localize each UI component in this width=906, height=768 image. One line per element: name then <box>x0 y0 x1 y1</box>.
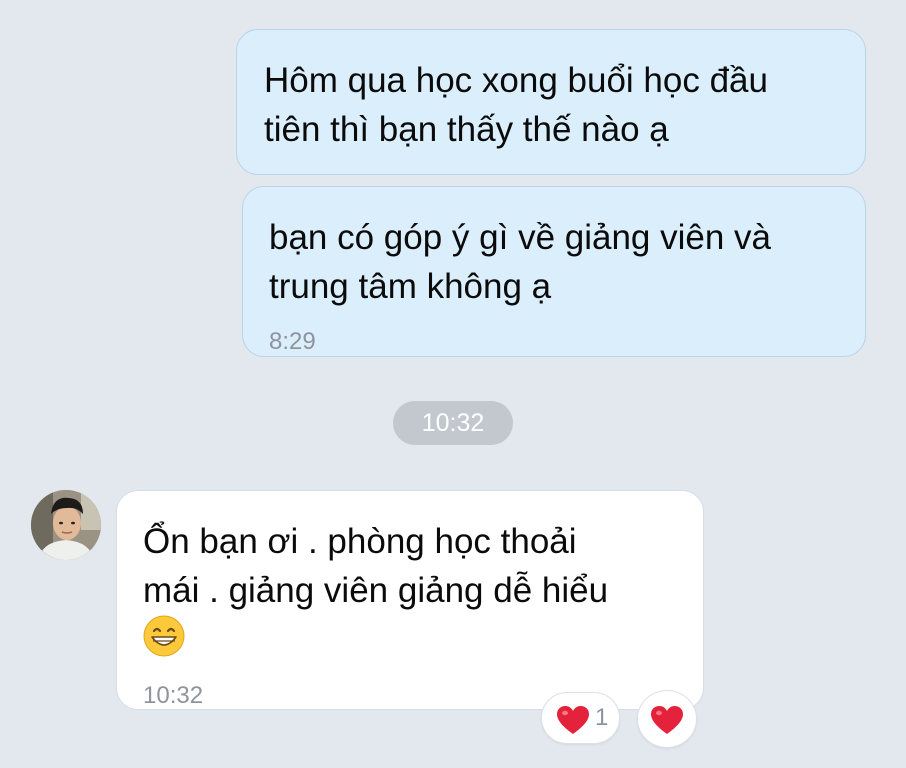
grinning-face-icon <box>143 615 185 657</box>
outgoing-message-bubble[interactable]: bạn có góp ý gì về giảng viên và trung t… <box>242 186 866 357</box>
message-text-line: bạn có góp ý gì về giảng viên và <box>269 218 772 257</box>
message-text-line: Hôm qua học xong buổi học đầu <box>264 61 768 100</box>
message-timestamp: 10:32 <box>143 682 204 709</box>
message-text-line: trung tâm không ạ <box>269 267 552 306</box>
message-text-line: tiên thì bạn thấy thế nào ạ <box>264 110 669 149</box>
message-timestamp: 8:29 <box>269 328 316 355</box>
message-text-line: mái . giảng viên giảng dễ hiểu <box>143 571 609 610</box>
reaction-count: 1 <box>595 704 609 731</box>
outgoing-message-bubble[interactable]: Hôm qua học xong buổi học đầu tiên thì b… <box>236 29 866 175</box>
message-text-line: Ổn bạn ơi . phòng học thoải <box>143 522 577 561</box>
heart-icon <box>557 706 589 734</box>
incoming-message-bubble[interactable]: Ổn bạn ơi . phòng học thoải mái . giảng … <box>116 490 704 710</box>
heart-icon <box>651 706 683 734</box>
time-divider: 10:32 <box>393 401 513 445</box>
avatar-image <box>31 490 101 560</box>
reaction-summary-button[interactable]: 1 <box>541 692 620 744</box>
add-reaction-button[interactable] <box>637 690 697 748</box>
avatar[interactable] <box>31 490 101 560</box>
